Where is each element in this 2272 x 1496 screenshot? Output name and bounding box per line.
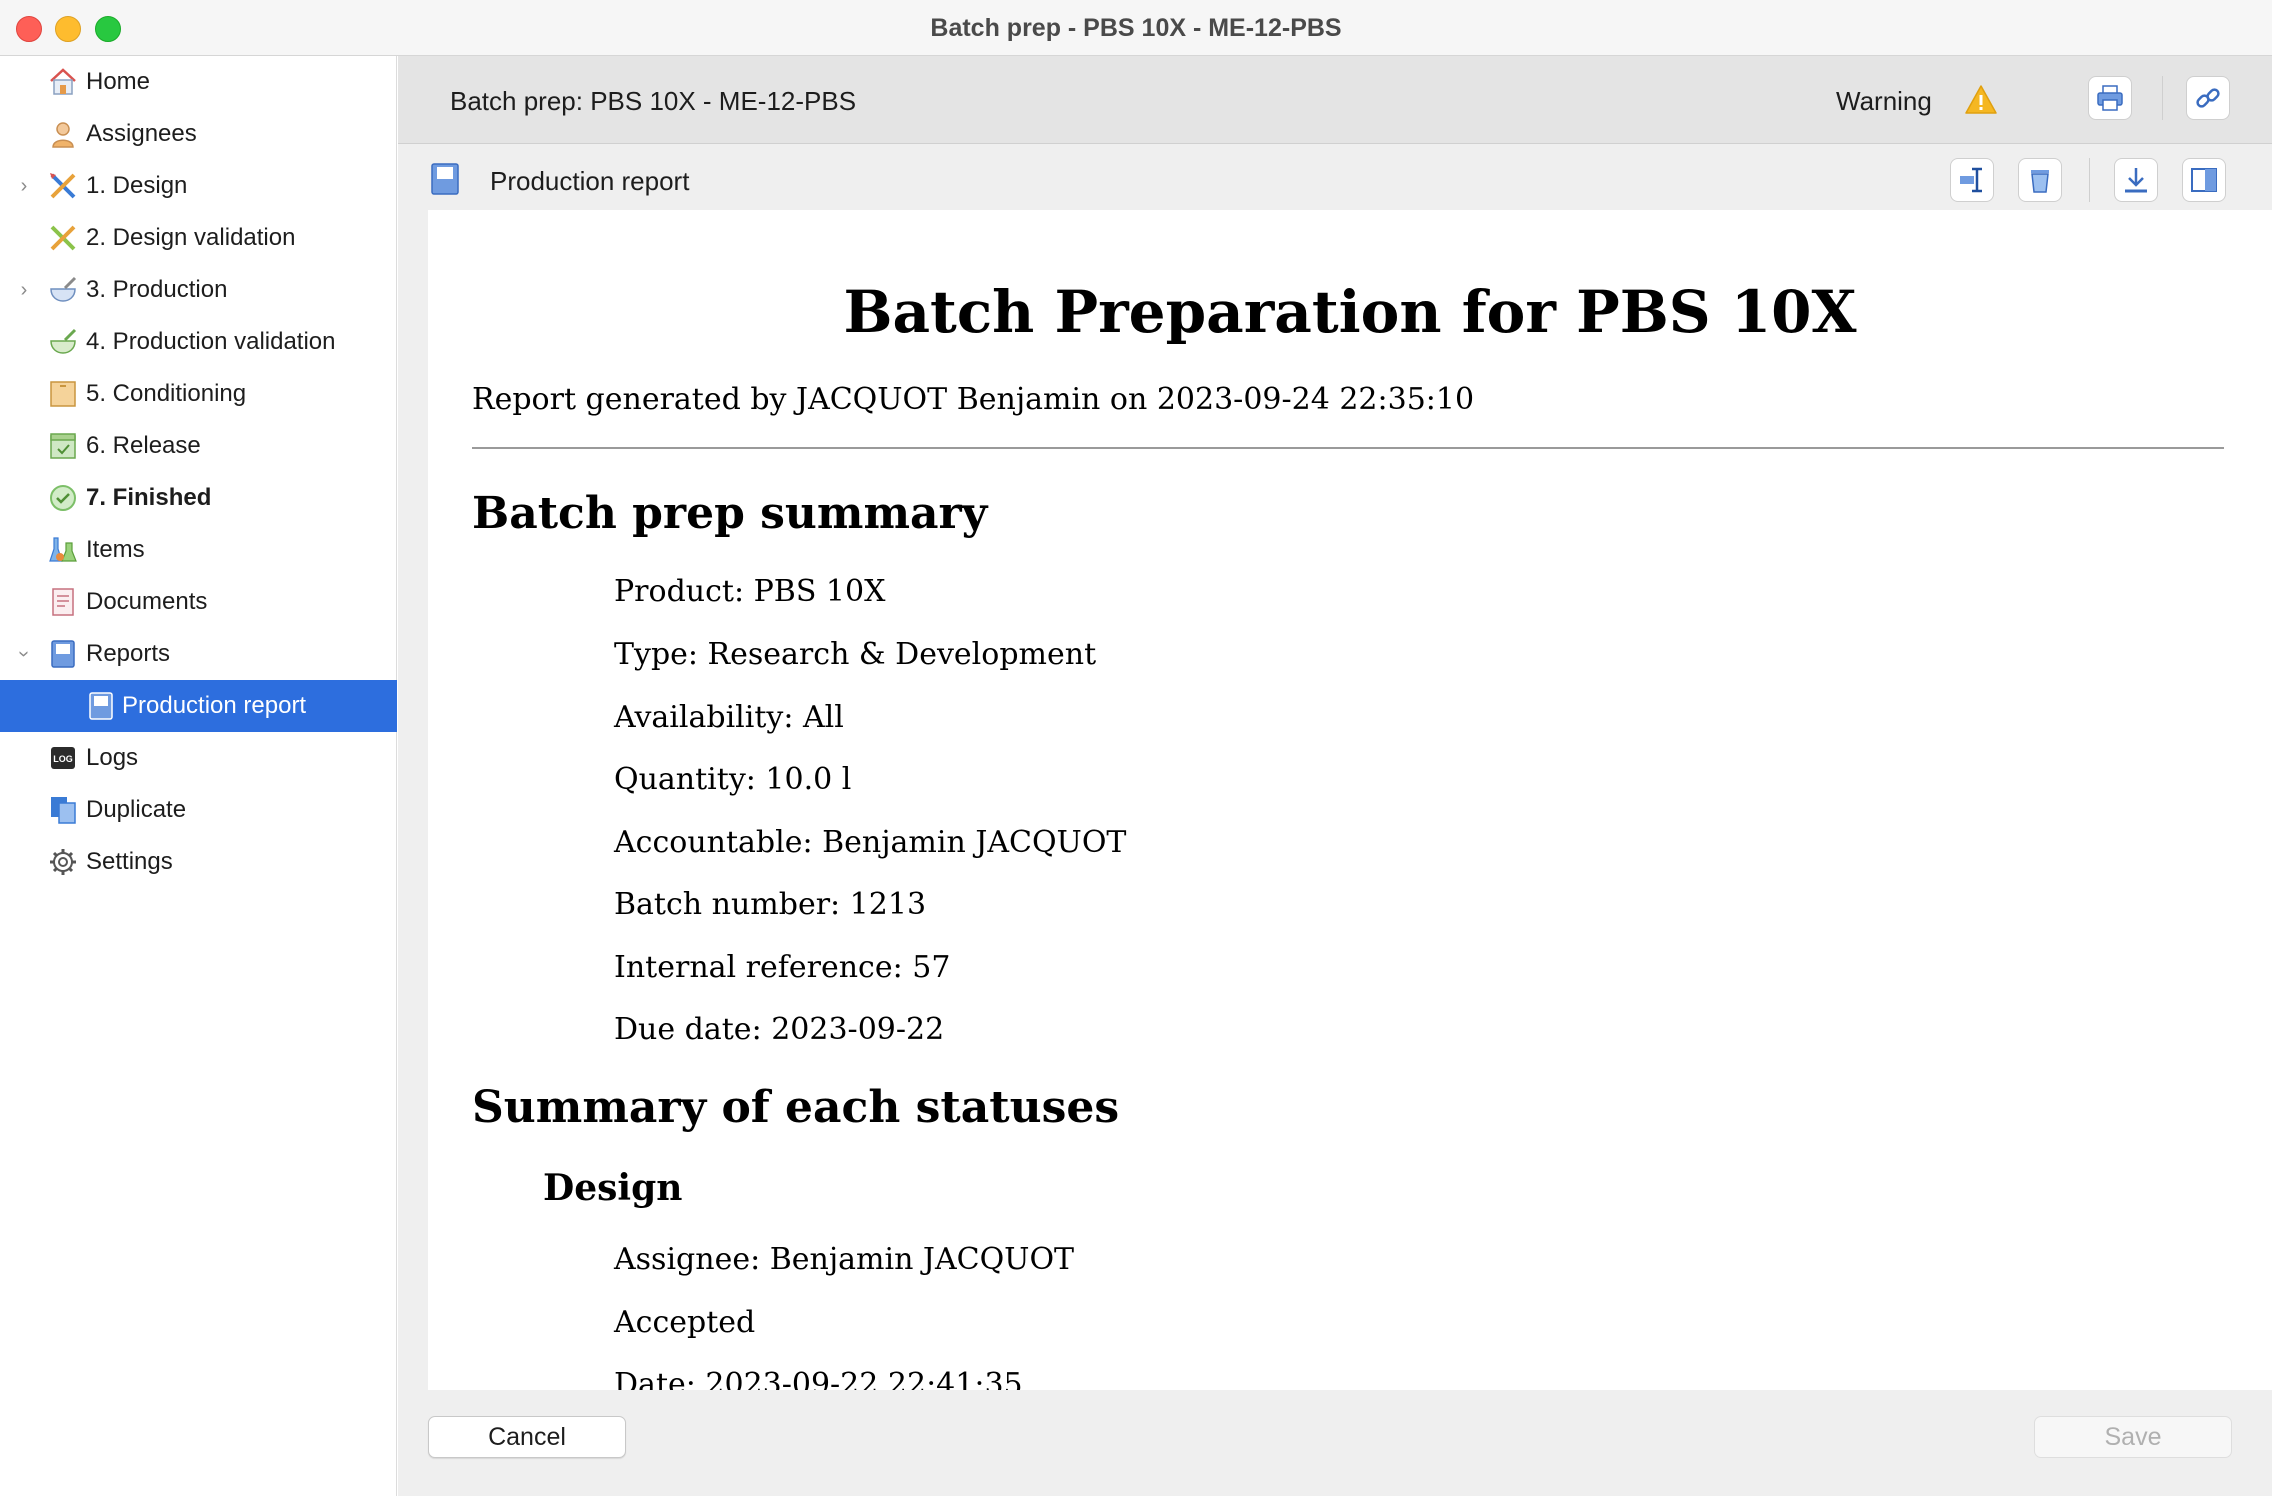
sidebar-item-finished[interactable]: 7. Finished <box>0 472 397 524</box>
link-icon <box>2196 88 2220 108</box>
sidebar-item-settings[interactable]: Settings <box>0 836 397 888</box>
summary-line: Due date: 2023-09-22 <box>614 1012 945 1047</box>
summary-heading: Batch prep summary <box>472 488 988 539</box>
page-title: Batch prep: PBS 10X - ME-12-PBS <box>450 86 857 116</box>
main-panel: Batch prep: PBS 10X - ME-12-PBS Warning <box>398 56 2272 1496</box>
print-button[interactable] <box>2088 76 2132 120</box>
summary-line: Accountable: Benjamin JACQUOT <box>614 825 1127 860</box>
release-box-icon <box>50 433 76 459</box>
sidebar-item-label: 1. Design <box>86 172 188 199</box>
statuses-heading: Summary of each statuses <box>472 1082 1120 1133</box>
chevron-down-icon[interactable]: › <box>14 644 36 664</box>
download-icon <box>2125 168 2147 193</box>
person-icon <box>52 122 74 148</box>
sidebar-item-logs[interactable]: LOG Logs <box>0 732 397 784</box>
divider <box>472 447 2224 449</box>
box-icon <box>50 381 76 407</box>
sidebar-item-label: Logs <box>86 744 139 771</box>
summary-line: Product: PBS 10X <box>614 574 886 609</box>
sidebar-item-documents[interactable]: Documents <box>0 576 397 628</box>
trash-icon <box>2031 170 2049 193</box>
delete-button[interactable] <box>2018 158 2062 202</box>
report-icon <box>51 640 75 668</box>
download-button[interactable] <box>2114 158 2158 202</box>
chevron-right-icon[interactable]: › <box>14 279 34 301</box>
report-document[interactable]: Batch Preparation for PBS 10X Report gen… <box>428 210 2272 1390</box>
svg-text:LOG: LOG <box>53 754 73 764</box>
warning-label: Warning <box>1836 86 1932 116</box>
report-toolbar: Production report <box>428 152 2272 210</box>
header-bar: Batch prep: PBS 10X - ME-12-PBS Warning <box>398 56 2272 144</box>
check-circle-icon <box>50 485 76 511</box>
sidebar-item-release[interactable]: 6. Release <box>0 420 397 472</box>
flask-icon <box>49 537 77 562</box>
report-icon <box>431 163 459 195</box>
report-title: Production report <box>490 166 690 196</box>
sidebar-item-label: Assignees <box>86 120 197 147</box>
sidebar-panel-icon <box>2191 168 2217 192</box>
sidebar-item-home[interactable]: Home <box>0 56 397 108</box>
sidebar-item-label: Duplicate <box>86 796 187 823</box>
sidebar-item-assignees[interactable]: Assignees <box>0 108 397 160</box>
mortar-check-icon <box>50 328 77 354</box>
log-icon: LOG <box>51 747 75 769</box>
sidebar: Home Assignees › 1. Design 2. Design val… <box>0 56 416 1496</box>
document-icon <box>52 588 74 616</box>
save-button[interactable]: Save <box>2034 1416 2232 1458</box>
window-titlebar: Batch prep - PBS 10X - ME-12-PBS <box>0 0 2272 56</box>
sidebar-item-label: Production report <box>122 692 307 719</box>
link-button[interactable] <box>2186 76 2230 120</box>
sidebar-item-label: Settings <box>86 848 173 875</box>
text-cursor-icon <box>1960 167 1982 193</box>
sidebar-item-label: Home <box>86 68 151 95</box>
summary-line: Internal reference: 57 <box>614 950 951 985</box>
sidebar-item-label: 7. Finished <box>86 484 212 511</box>
duplicate-icon <box>51 797 76 824</box>
sidebar-item-duplicate[interactable]: Duplicate <box>0 784 397 836</box>
design-line: Accepted <box>614 1305 756 1340</box>
sidebar-item-production[interactable]: › 3. Production <box>0 264 397 316</box>
sidebar-item-production-report[interactable]: Production report <box>0 680 397 732</box>
sidebar-item-label: 2. Design validation <box>86 224 296 251</box>
sidebar-item-label: 5. Conditioning <box>86 380 247 407</box>
sidebar-item-design[interactable]: › 1. Design <box>0 160 397 212</box>
chevron-right-icon[interactable]: › <box>14 175 34 197</box>
mortar-icon <box>50 276 77 302</box>
warning-icon[interactable] <box>1964 84 1998 116</box>
design-line: Assignee: Benjamin JACQUOT <box>614 1242 1075 1277</box>
summary-line: Batch number: 1213 <box>614 887 927 922</box>
toggle-panel-button[interactable] <box>2182 158 2226 202</box>
sidebar-item-label: Reports <box>86 640 171 667</box>
sidebar-item-label: Items <box>86 536 145 563</box>
gear-icon <box>50 849 76 875</box>
design-tools-icon <box>50 173 76 199</box>
sidebar-item-conditioning[interactable]: 5. Conditioning <box>0 368 397 420</box>
document-title: Batch Preparation for PBS 10X <box>843 278 1857 346</box>
design-heading: Design <box>543 1167 683 1209</box>
summary-line: Quantity: 10.0 l <box>614 762 852 797</box>
sidebar-item-label: Documents <box>86 588 208 615</box>
rename-button[interactable] <box>1950 158 1994 202</box>
sidebar-item-production-validation[interactable]: 4. Production validation <box>0 316 397 368</box>
home-icon <box>50 68 76 95</box>
document-subtitle: Report generated by JACQUOT Benjamin on … <box>472 382 1475 417</box>
cancel-button[interactable]: Cancel <box>428 1416 626 1458</box>
sidebar-item-label: 3. Production <box>86 276 228 303</box>
design-validation-icon <box>50 225 76 251</box>
sidebar-item-items[interactable]: Items <box>0 524 397 576</box>
design-line: Date: 2023-09-22 22:41:35 <box>614 1367 1023 1390</box>
summary-line: Type: Research & Development <box>614 637 1097 672</box>
report-icon <box>89 692 113 720</box>
sidebar-item-label: 4. Production validation <box>86 328 336 355</box>
window-title: Batch prep - PBS 10X - ME-12-PBS <box>930 14 1342 42</box>
sidebar-item-label: 6. Release <box>86 432 201 459</box>
printer-icon <box>2097 85 2123 111</box>
summary-line: Availability: All <box>614 700 844 735</box>
sidebar-item-reports[interactable]: › Reports <box>0 628 397 680</box>
sidebar-item-design-validation[interactable]: 2. Design validation <box>0 212 397 264</box>
